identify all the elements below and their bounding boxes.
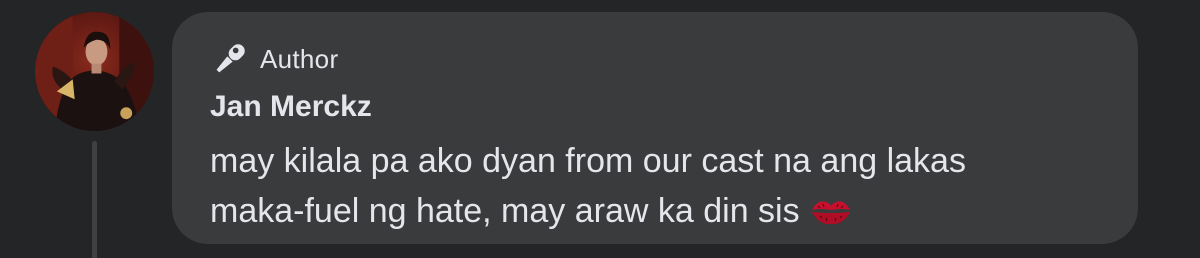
avatar-photo <box>35 12 154 131</box>
microphone-icon <box>216 44 245 73</box>
author-name[interactable]: Jan Merckz <box>210 90 372 124</box>
comment-bubble[interactable]: Author Jan Merckz may kilala pa ako dyan… <box>172 12 1138 244</box>
author-badge: Author <box>211 40 338 78</box>
comment-text: may kilala pa ako dyan from our cast na … <box>210 136 1110 236</box>
comment-text-fragment: maka-fuel ng hate, may araw ka din sis <box>210 192 800 230</box>
avatar[interactable] <box>35 12 154 131</box>
kiss-mark-icon <box>811 201 850 225</box>
thread-connector-line <box>92 141 97 258</box>
comment-thread: Author Jan Merckz may kilala pa ako dyan… <box>0 0 1200 258</box>
comment-text-line: may kilala pa ako dyan from our cast na … <box>210 142 966 180</box>
comment-text-line: maka-fuel ng hate, may araw ka din sis <box>210 186 1110 236</box>
badge-label: Author <box>260 43 339 74</box>
